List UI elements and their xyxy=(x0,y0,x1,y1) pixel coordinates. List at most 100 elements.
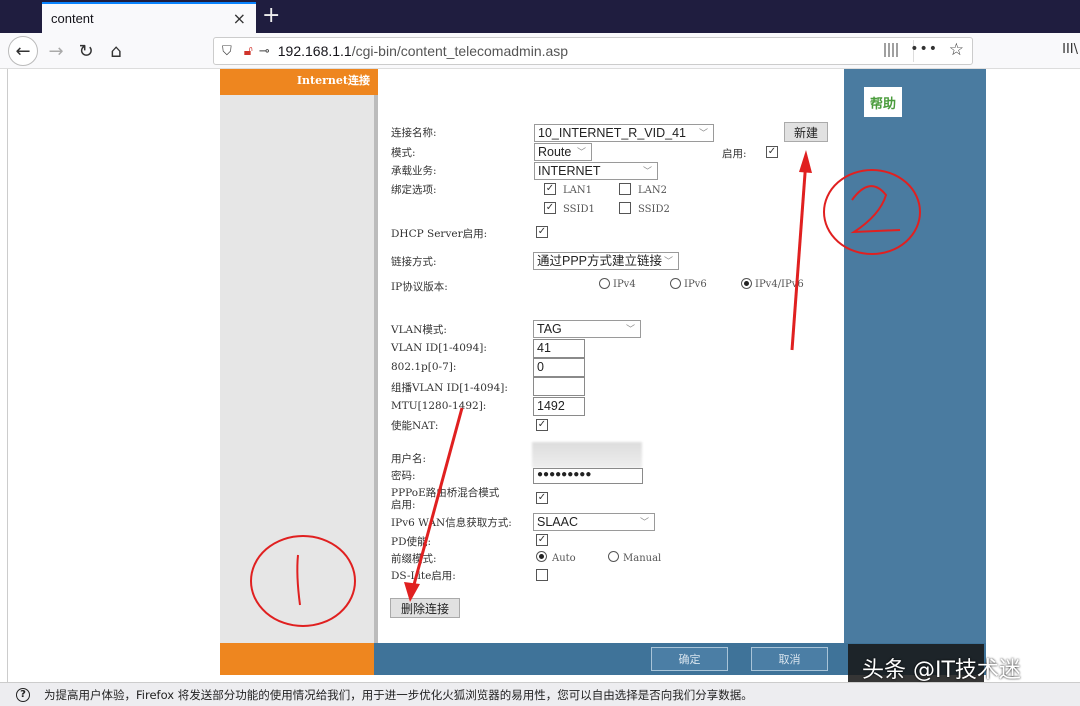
library-icon[interactable]: III\ xyxy=(1062,42,1078,57)
ssid1-label: SSID1 xyxy=(563,204,595,215)
service-value: INTERNET xyxy=(538,164,601,178)
conn-name-label: 连接名称: xyxy=(391,127,437,139)
tab-content[interactable]: content × xyxy=(42,2,256,33)
chevron-down-icon: ﹀ xyxy=(698,128,708,138)
ipv4-ipv6-radio[interactable] xyxy=(741,278,752,289)
address-bar[interactable]: ⛉ 🔓︎ ⊸ 192.168.1.1/cgi-bin/content_telec… xyxy=(213,37,973,65)
bookmark-star-icon[interactable]: ☆ xyxy=(949,40,964,60)
username-label: 用户名: xyxy=(391,453,427,465)
lan2-checkbox[interactable] xyxy=(619,183,631,195)
ipv4-radio[interactable] xyxy=(599,278,610,289)
chevron-down-icon: ﹀ xyxy=(663,256,673,266)
lan1-label: LAN1 xyxy=(563,185,592,196)
dslite-checkbox[interactable] xyxy=(536,569,548,581)
prefix-manual-label: Manual xyxy=(623,553,662,564)
background-window-edge xyxy=(0,69,8,682)
ssid2-label: SSID2 xyxy=(638,204,670,215)
dhcp-checkbox[interactable]: ✓ xyxy=(536,226,548,238)
reload-icon: ↻ xyxy=(78,40,94,62)
close-tab-icon[interactable]: × xyxy=(233,9,246,28)
dot1p-label: 802.1p[0-7]: xyxy=(391,361,457,373)
shield-icon[interactable]: ⛉ xyxy=(222,44,232,59)
config-form: 连接名称: 10_INTERNET_R_VID_41 ﹀ 新建 模式: Route… xyxy=(378,69,844,643)
ipv4-ipv6-label: IPv4/IPv6 xyxy=(755,279,804,290)
qr-code-icon[interactable] xyxy=(884,43,898,57)
service-select[interactable]: INTERNET ﹀ xyxy=(534,162,658,180)
help-button[interactable]: 帮助 xyxy=(864,87,902,117)
ip-version-label: IP协议版本: xyxy=(391,281,448,293)
sidebar-title[interactable]: Internet连接 xyxy=(220,69,378,95)
mtu-label: MTU[1280-1492]: xyxy=(391,400,487,412)
more-actions-icon[interactable]: ••• xyxy=(910,41,938,57)
help-question-icon: ? xyxy=(16,687,30,702)
notification-bar: ? 为提高用户体验，Firefox 将发送部分功能的使用情况给我们，用于进一步优… xyxy=(0,682,1080,706)
url-path: /cgi-bin/content_telecomadmin.asp xyxy=(351,43,569,59)
chevron-down-icon: ﹀ xyxy=(642,166,652,176)
ok-button[interactable]: 确定 xyxy=(651,647,728,671)
dslite-label: DS-Lite启用: xyxy=(391,570,456,582)
vlan-mode-value: TAG xyxy=(537,322,562,336)
home-button[interactable]: ⌂ xyxy=(102,37,130,65)
mode-label: 模式: xyxy=(391,147,416,159)
mtu-input[interactable]: 1492 xyxy=(533,397,585,416)
ipv6-wan-label: IPv6 WAN信息获取方式: xyxy=(391,517,512,529)
cancel-button[interactable]: 取消 xyxy=(751,647,828,671)
prefix-manual-radio[interactable] xyxy=(608,551,619,562)
sidebar xyxy=(220,69,374,675)
key-icon[interactable]: ⊸ xyxy=(259,44,270,59)
chevron-down-icon: ﹀ xyxy=(576,147,586,157)
ipv6-radio[interactable] xyxy=(670,278,681,289)
watermark: 头条 @IT技术迷 xyxy=(862,658,1021,683)
forward-button[interactable]: → xyxy=(42,37,70,65)
prefix-mode-label: 前缀模式: xyxy=(391,553,437,565)
mode-value: Route xyxy=(538,145,572,159)
insecure-lock-icon[interactable]: 🔓︎ xyxy=(244,43,253,59)
conn-name-select[interactable]: 10_INTERNET_R_VID_41 ﹀ xyxy=(534,124,714,142)
lan2-label: LAN2 xyxy=(638,185,667,196)
bridge-mix-checkbox[interactable]: ✓ xyxy=(536,492,548,504)
url-host: 192.168.1.1 xyxy=(277,43,352,59)
ipv6-wan-select[interactable]: SLAAC ﹀ xyxy=(533,513,655,531)
tab-strip: content × + xyxy=(0,0,1080,33)
mcast-vlan-input[interactable] xyxy=(533,377,585,396)
ipv4-label: IPv4 xyxy=(613,279,636,290)
link-mode-select[interactable]: 通过PPP方式建立链接 ﹀ xyxy=(533,252,679,270)
conn-name-value: 10_INTERNET_R_VID_41 xyxy=(538,126,686,140)
mode-select[interactable]: Route ﹀ xyxy=(534,143,592,161)
delete-connection-button[interactable]: 删除连接 xyxy=(390,598,460,618)
vlan-id-input[interactable]: 41 xyxy=(533,339,585,358)
ipv6-label: IPv6 xyxy=(684,279,707,290)
username-input-redacted[interactable] xyxy=(532,442,642,468)
ssid2-checkbox[interactable] xyxy=(619,202,631,214)
dot1p-input[interactable]: 0 xyxy=(533,358,585,377)
mcast-vlan-label: 组播VLAN ID[1-4094]: xyxy=(391,382,508,394)
router-admin-page: Internet连接 连接名称: 10_INTERNET_R_VID_41 ﹀ 新… xyxy=(220,69,986,675)
arrow-left-icon: ← xyxy=(15,40,31,62)
dhcp-label: DHCP Server启用: xyxy=(391,228,488,240)
url-text[interactable]: 192.168.1.1/cgi-bin/content_telecomadmin… xyxy=(278,43,568,59)
back-button[interactable]: ← xyxy=(8,36,38,66)
pd-label: PD使能: xyxy=(391,536,432,548)
reload-button[interactable]: ↻ xyxy=(72,37,100,65)
vlan-mode-label: VLAN模式: xyxy=(391,324,447,336)
password-label: 密码: xyxy=(391,470,416,482)
lan1-checkbox[interactable]: ✓ xyxy=(544,183,556,195)
pd-checkbox[interactable]: ✓ xyxy=(536,534,548,546)
link-mode-label: 链接方式: xyxy=(391,256,437,268)
home-icon: ⌂ xyxy=(110,40,122,62)
sidebar-footer xyxy=(220,643,374,675)
navigation-toolbar: ← → ↻ ⌂ ⛉ 🔓︎ ⊸ 192.168.1.1/cgi-bin/conte… xyxy=(0,33,1080,69)
ssid1-checkbox[interactable]: ✓ xyxy=(544,202,556,214)
password-input[interactable]: ●●●●●●●●● xyxy=(533,468,643,484)
help-panel: 帮助 xyxy=(844,69,986,643)
nat-checkbox[interactable]: ✓ xyxy=(536,419,548,431)
new-tab-button[interactable]: + xyxy=(262,3,280,29)
enable-checkbox[interactable]: ✓ xyxy=(766,146,778,158)
new-connection-button[interactable]: 新建 xyxy=(784,122,828,142)
service-label: 承载业务: xyxy=(391,165,437,177)
bridge-mix-label: PPPoE路由桥混合模式启用: xyxy=(391,487,500,511)
prefix-auto-radio[interactable] xyxy=(536,551,547,562)
link-mode-value: 通过PPP方式建立链接 xyxy=(537,254,663,268)
vlan-mode-select[interactable]: TAG ﹀ xyxy=(533,320,641,338)
notification-text: 为提高用户体验，Firefox 将发送部分功能的使用情况给我们，用于进一步优化火… xyxy=(44,687,753,702)
